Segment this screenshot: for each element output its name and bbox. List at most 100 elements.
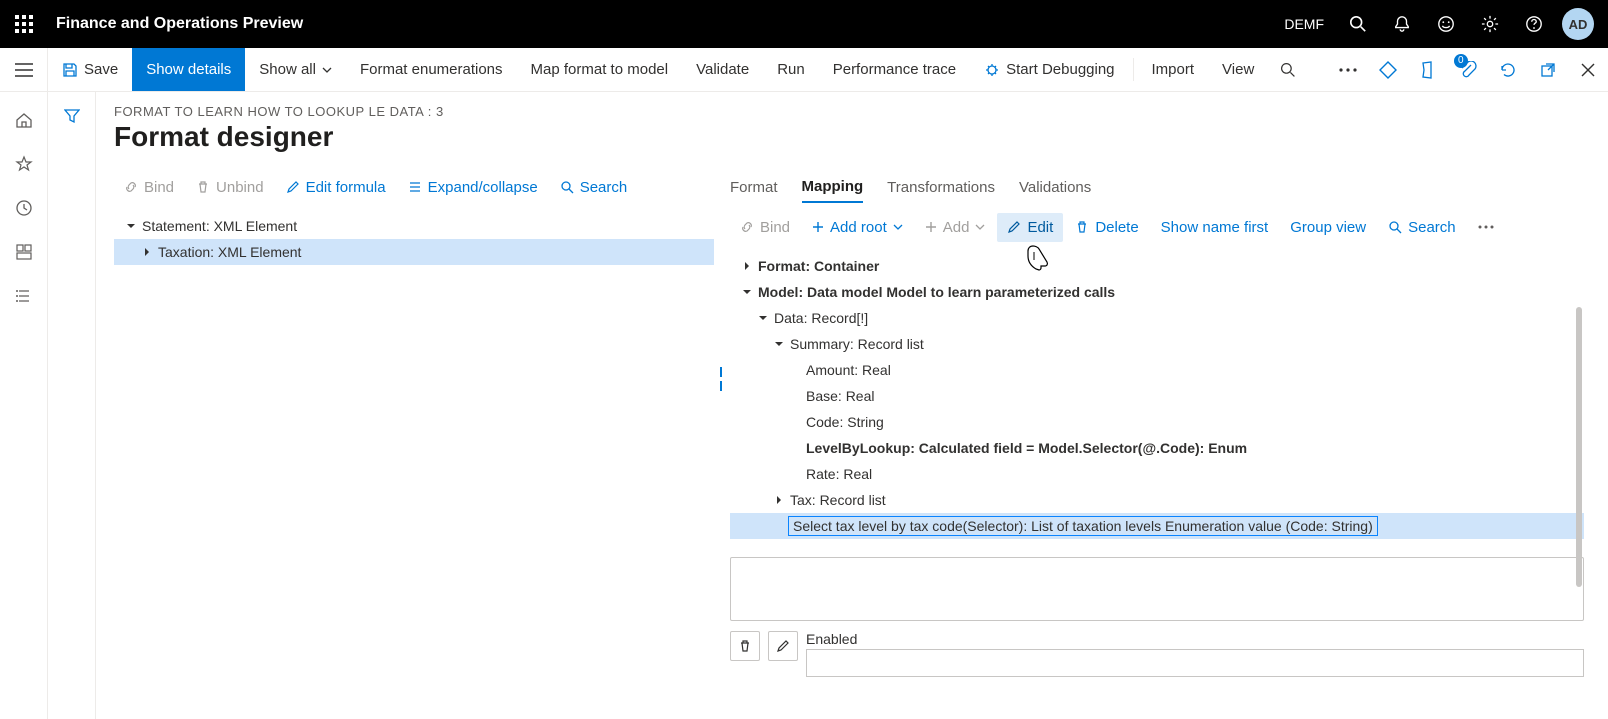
map-format-button[interactable]: Map format to model — [517, 48, 683, 91]
tree-row[interactable]: Summary: Record list — [730, 331, 1584, 357]
show-details-button[interactable]: Show details — [132, 48, 245, 91]
scrollbar-thumb[interactable] — [1576, 307, 1582, 587]
breadcrumb: FORMAT TO LEARN HOW TO LOOKUP LE DATA : … — [114, 104, 1584, 119]
show-all-label: Show all — [259, 61, 316, 78]
right-search-button[interactable]: Search — [1378, 213, 1466, 242]
save-button[interactable]: Save — [48, 48, 132, 91]
tree-node-label: Taxation: XML Element — [156, 244, 301, 260]
show-name-first-button[interactable]: Show name first — [1151, 213, 1279, 242]
grid-icon — [15, 243, 33, 261]
tab-format[interactable]: Format — [730, 173, 778, 202]
delete-label: Delete — [1095, 219, 1138, 236]
right-more-button[interactable] — [1468, 219, 1504, 235]
tab-mapping[interactable]: Mapping — [802, 172, 864, 203]
nav-modules[interactable] — [4, 276, 44, 316]
nav-workspaces[interactable] — [4, 232, 44, 272]
start-debugging-button[interactable]: Start Debugging — [970, 48, 1128, 91]
run-label: Run — [777, 61, 805, 78]
add-root-button[interactable]: Add root — [802, 213, 913, 242]
help-button[interactable] — [1512, 0, 1556, 48]
filter-button[interactable] — [56, 100, 88, 132]
left-edit-formula-button[interactable]: Edit formula — [276, 173, 396, 202]
enabled-delete-button[interactable] — [730, 631, 760, 661]
tree-row[interactable]: Base: Real — [730, 383, 1584, 409]
nav-recent[interactable] — [4, 188, 44, 228]
global-header: Finance and Operations Preview DEMF AD — [0, 0, 1608, 48]
left-edit-formula-label: Edit formula — [306, 179, 386, 196]
tree-row[interactable]: Code: String — [730, 409, 1584, 435]
tree-row[interactable]: LevelByLookup: Calculated field = Model.… — [730, 435, 1584, 461]
popout-button[interactable] — [1528, 48, 1568, 91]
mapping-tree: Format: Container Model: Data model Mode… — [730, 247, 1584, 545]
left-unbind-button[interactable]: Unbind — [186, 173, 274, 202]
office-icon — [1419, 61, 1437, 79]
right-bind-button[interactable]: Bind — [730, 213, 800, 242]
tree-row[interactable]: Format: Container — [730, 253, 1584, 279]
group-view-button[interactable]: Group view — [1280, 213, 1376, 242]
tree-expand-toggle[interactable] — [138, 248, 156, 256]
nav-home[interactable] — [4, 100, 44, 140]
attachments-button[interactable]: 0 — [1448, 48, 1488, 91]
related-info-button[interactable] — [1368, 48, 1408, 91]
run-button[interactable]: Run — [763, 48, 819, 91]
trash-icon — [1075, 220, 1089, 234]
chevron-down-icon — [893, 224, 903, 230]
tree-row[interactable]: Statement: XML Element — [114, 213, 714, 239]
add-button[interactable]: Add — [915, 213, 996, 242]
nav-favorites[interactable] — [4, 144, 44, 184]
left-expand-button[interactable]: Expand/collapse — [398, 173, 548, 202]
search-icon — [1349, 15, 1367, 33]
import-button[interactable]: Import — [1138, 48, 1209, 91]
performance-trace-button[interactable]: Performance trace — [819, 48, 970, 91]
tree-row[interactable]: Rate: Real — [730, 461, 1584, 487]
left-toolbar: Bind Unbind Edit formula Expand/collapse — [114, 167, 714, 207]
tree-expand-toggle[interactable] — [770, 496, 788, 504]
tree-row[interactable]: Tax: Record list — [730, 487, 1584, 513]
tab-transformations[interactable]: Transformations — [887, 173, 995, 202]
settings-button[interactable] — [1468, 0, 1512, 48]
refresh-icon — [1499, 61, 1517, 79]
left-bind-button[interactable]: Bind — [114, 173, 184, 202]
tree-collapse-toggle[interactable] — [770, 340, 788, 348]
left-unbind-label: Unbind — [216, 179, 264, 196]
tree-row[interactable]: Amount: Real — [730, 357, 1584, 383]
view-button[interactable]: View — [1208, 48, 1268, 91]
scrollbar[interactable] — [1574, 307, 1584, 545]
tree-row-selected[interactable]: Taxation: XML Element — [114, 239, 714, 265]
pane-splitter[interactable] — [720, 367, 726, 391]
tree-collapse-toggle[interactable] — [738, 288, 756, 296]
formula-editor[interactable] — [730, 557, 1584, 621]
refresh-button[interactable] — [1488, 48, 1528, 91]
show-name-first-label: Show name first — [1161, 219, 1269, 236]
validate-button[interactable]: Validate — [682, 48, 763, 91]
tree-node-label: LevelByLookup: Calculated field = Model.… — [804, 440, 1247, 456]
office-addin-button[interactable] — [1408, 48, 1448, 91]
feedback-button[interactable] — [1424, 0, 1468, 48]
user-avatar[interactable]: AD — [1562, 8, 1594, 40]
tree-collapse-toggle[interactable] — [754, 314, 772, 322]
left-search-button[interactable]: Search — [550, 173, 638, 202]
delete-button[interactable]: Delete — [1065, 213, 1148, 242]
edit-button[interactable]: Edit — [997, 213, 1063, 242]
tree-row-selected[interactable]: Select tax level by tax code(Selector): … — [730, 513, 1584, 539]
show-all-button[interactable]: Show all — [245, 48, 346, 91]
format-enumerations-label: Format enumerations — [360, 61, 503, 78]
tree-expand-toggle[interactable] — [738, 262, 756, 270]
notifications-button[interactable] — [1380, 0, 1424, 48]
tree-row[interactable]: Data: Record[!] — [730, 305, 1584, 331]
tree-row[interactable]: Model: Data model Model to learn paramet… — [730, 279, 1584, 305]
global-search-button[interactable] — [1336, 0, 1380, 48]
tree-node-label: Code: String — [804, 414, 884, 430]
close-button[interactable] — [1568, 48, 1608, 91]
performance-trace-label: Performance trace — [833, 61, 956, 78]
format-enumerations-button[interactable]: Format enumerations — [346, 48, 517, 91]
nav-toggle-button[interactable] — [0, 48, 48, 91]
enabled-edit-button[interactable] — [768, 631, 798, 661]
tab-validations[interactable]: Validations — [1019, 173, 1091, 202]
app-launcher[interactable] — [0, 0, 48, 48]
find-button[interactable] — [1268, 48, 1308, 91]
tree-collapse-toggle[interactable] — [122, 222, 140, 230]
format-tree-pane: Bind Unbind Edit formula Expand/collapse — [114, 167, 714, 677]
enabled-input[interactable] — [806, 649, 1584, 677]
more-commands-button[interactable] — [1328, 48, 1368, 91]
